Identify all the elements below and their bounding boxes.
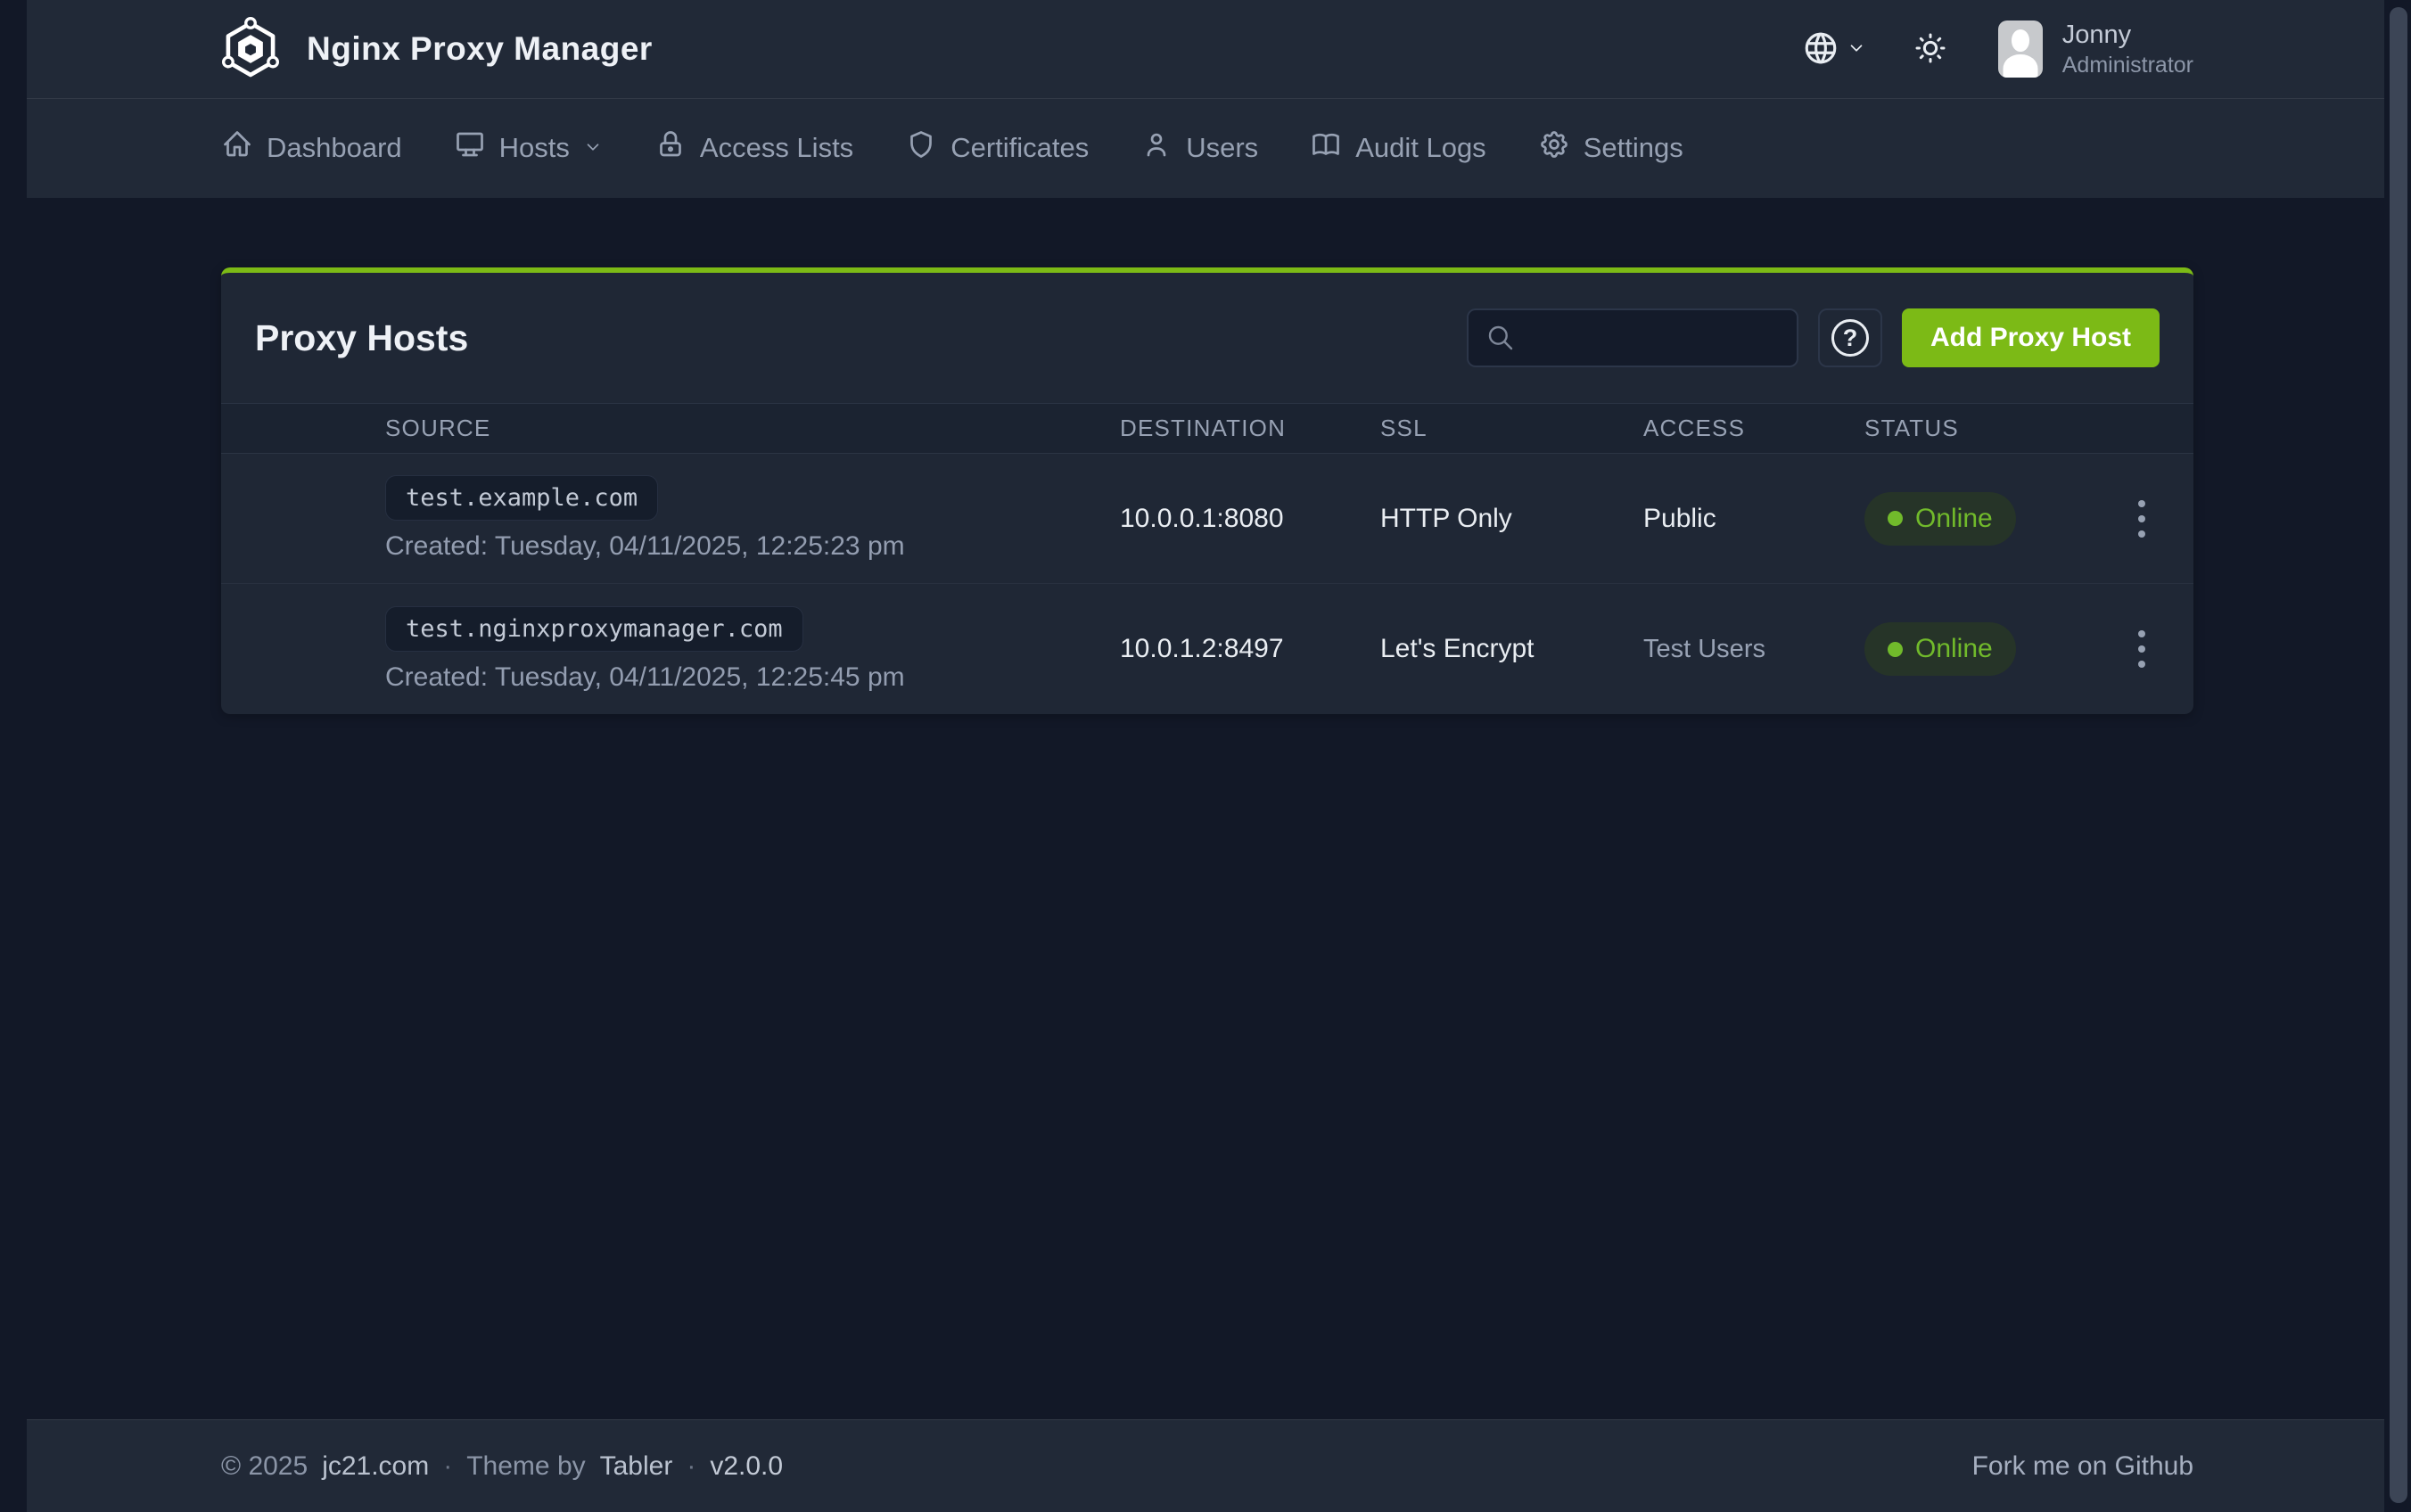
user-icon [1140, 128, 1173, 168]
domain-badge: test.example.com [385, 475, 658, 521]
card-header: Proxy Hosts ? Add Proxy Host [221, 273, 2193, 403]
app-logo-icon [221, 17, 280, 81]
status-badge: Online [1864, 492, 2016, 546]
sun-icon [1913, 30, 1948, 69]
nav-item-hosts[interactable]: Hosts [454, 128, 603, 168]
header: Nginx Proxy Manager [27, 0, 2384, 198]
destination-value: 10.0.1.2:8497 [1120, 634, 1380, 664]
help-button[interactable]: ? [1818, 308, 1882, 367]
separator: · [443, 1451, 452, 1482]
row-menu-button[interactable] [2129, 621, 2154, 677]
destination-value: 10.0.0.1:8080 [1120, 504, 1380, 534]
search-icon [1486, 324, 1515, 357]
shield-icon [905, 128, 937, 168]
book-icon [1310, 128, 1342, 168]
chevron-down-icon [1847, 38, 1866, 61]
status-label: Online [1915, 634, 1993, 664]
theme-toggle-button[interactable] [1913, 30, 1948, 69]
nav-item-certificates[interactable]: Certificates [905, 128, 1089, 168]
version-link[interactable]: v2.0.0 [710, 1451, 783, 1482]
topbar: Nginx Proxy Manager [27, 0, 2384, 99]
separator: · [687, 1451, 695, 1482]
domain-badge: test.nginxproxymanager.com [385, 606, 803, 652]
add-proxy-host-button[interactable]: Add Proxy Host [1902, 308, 2160, 367]
table-header: SOURCE DESTINATION SSL ACCESS STATUS [221, 403, 2193, 454]
created-date: Created: Tuesday, 04/11/2025, 12:25:23 p… [385, 531, 1120, 562]
copyright-text: © 2025 [221, 1451, 308, 1482]
gear-icon [1538, 128, 1570, 168]
nav-item-audit-logs[interactable]: Audit Logs [1310, 128, 1486, 168]
proxy-hosts-card: Proxy Hosts ? Add Proxy Host SOURCE DEST… [221, 267, 2193, 714]
nav-label: Hosts [499, 132, 570, 164]
search-box [1467, 308, 1798, 367]
fork-github-link[interactable]: Fork me on Github [1972, 1451, 2193, 1482]
chevron-down-icon [583, 132, 603, 164]
access-value: Public [1643, 504, 1864, 534]
lock-icon [654, 128, 687, 168]
language-button[interactable] [1802, 29, 1866, 70]
brand[interactable]: Nginx Proxy Manager [221, 17, 653, 81]
footer: © 2025 jc21.com · Theme by Tabler · v2.0… [27, 1419, 2384, 1512]
nav-label: Access Lists [700, 132, 853, 164]
row-menu-button[interactable] [2129, 491, 2154, 546]
column-header-access: ACCESS [1643, 415, 1864, 442]
user-avatar [1998, 21, 2043, 78]
column-header-destination: DESTINATION [1120, 415, 1380, 442]
nav-label: Dashboard [267, 132, 402, 164]
status-dot-icon [1888, 511, 1903, 526]
company-link[interactable]: jc21.com [322, 1451, 429, 1482]
search-input[interactable] [1467, 308, 1798, 367]
theme-link[interactable]: Tabler [600, 1451, 673, 1482]
column-header-source: SOURCE [355, 415, 1120, 442]
main-nav: Dashboard Hosts Access Lis [27, 99, 2384, 197]
app-title: Nginx Proxy Manager [307, 30, 653, 68]
home-icon [221, 128, 253, 168]
nav-item-users[interactable]: Users [1140, 128, 1258, 168]
scrollbar-track [2386, 0, 2411, 1512]
nav-item-dashboard[interactable]: Dashboard [221, 128, 402, 168]
status-badge: Online [1864, 622, 2016, 676]
user-menu[interactable]: Jonny Administrator [1998, 19, 2193, 79]
scrollbar-thumb[interactable] [2390, 7, 2407, 1503]
nav-label: Certificates [950, 132, 1089, 164]
status-dot-icon [1888, 642, 1903, 657]
theme-prefix: Theme by [466, 1451, 585, 1482]
help-icon: ? [1831, 319, 1869, 357]
status-label: Online [1915, 504, 1993, 534]
access-value: Test Users [1643, 635, 1864, 664]
column-header-status: STATUS [1864, 415, 2089, 442]
nav-label: Settings [1584, 132, 1683, 164]
user-role: Administrator [2062, 52, 2193, 79]
nav-item-access-lists[interactable]: Access Lists [654, 128, 853, 168]
globe-icon [1802, 29, 1839, 70]
column-header-ssl: SSL [1380, 415, 1643, 442]
monitor-icon [454, 128, 486, 168]
table-body: test.example.com Created: Tuesday, 04/11… [221, 454, 2193, 714]
nav-label: Users [1186, 132, 1258, 164]
page-title: Proxy Hosts [255, 317, 1467, 359]
user-name: Jonny [2062, 19, 2193, 51]
created-date: Created: Tuesday, 04/11/2025, 12:25:45 p… [385, 662, 1120, 693]
ssl-value: Let's Encrypt [1380, 634, 1643, 664]
nav-item-settings[interactable]: Settings [1538, 128, 1683, 168]
table-row[interactable]: test.nginxproxymanager.com Created: Tues… [221, 584, 2193, 714]
nav-label: Audit Logs [1355, 132, 1486, 164]
ssl-value: HTTP Only [1380, 504, 1643, 534]
table-row[interactable]: test.example.com Created: Tuesday, 04/11… [221, 454, 2193, 584]
